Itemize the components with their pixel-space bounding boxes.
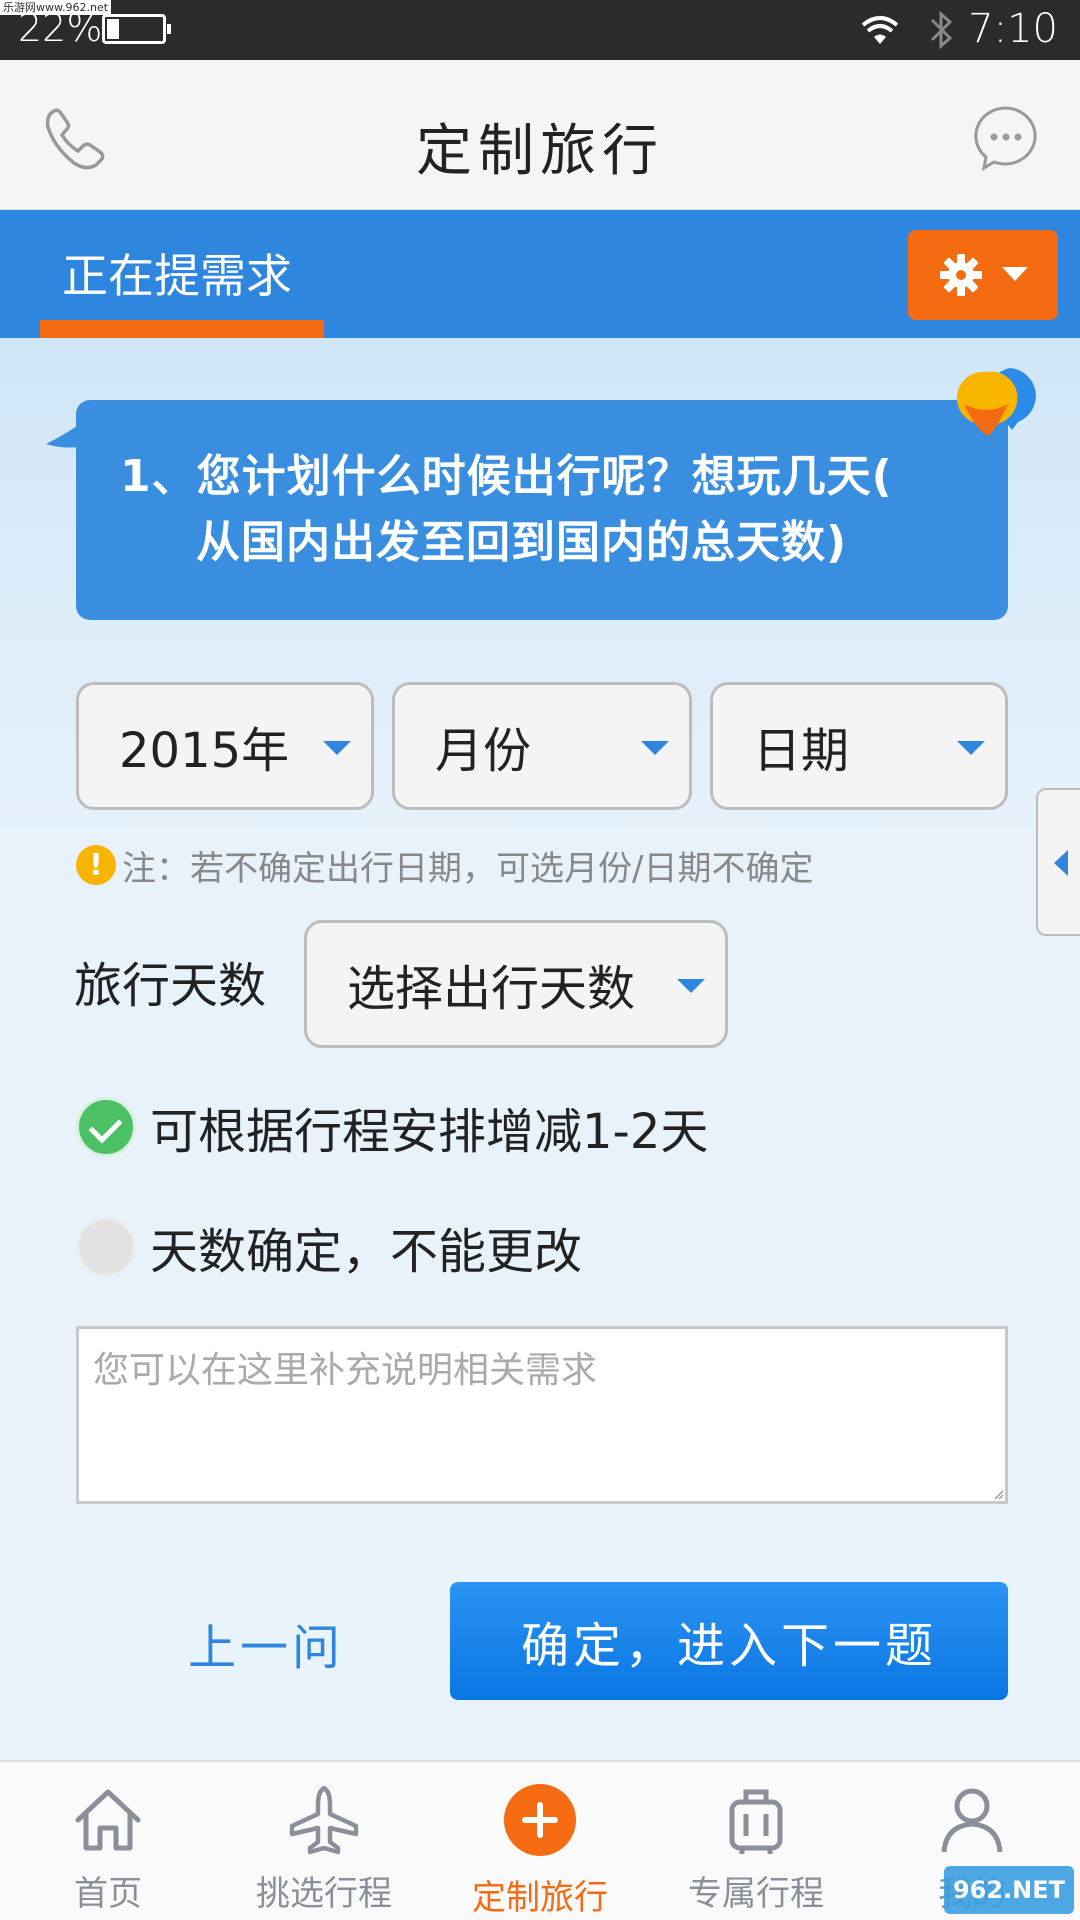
battery-percent: 22%	[18, 6, 103, 50]
user-icon	[941, 1788, 1003, 1853]
question-line-2: 从国内出发至回到国内的总天数)	[196, 517, 848, 568]
nav-select-trip-label: 挑选行程	[256, 1874, 392, 1914]
confirm-next-button[interactable]: 确定，进入下一题	[450, 1582, 1008, 1700]
nav-select-trip[interactable]: 挑选行程	[216, 1762, 432, 1920]
days-select-value: 选择出行天数	[347, 961, 636, 1017]
option-fixed-label: 天数确定，不能更改	[150, 1224, 583, 1280]
gear-icon	[940, 254, 982, 296]
plane-icon	[289, 1785, 359, 1855]
tab-current-request[interactable]: 正在提需求	[62, 240, 292, 306]
year-select-value: 2015年	[119, 723, 290, 779]
caret-down-icon	[677, 979, 705, 993]
date-note-text: 注：若不确定出行日期，可选月份/日期不确定	[122, 848, 814, 889]
page-title: 定制旅行	[416, 119, 664, 184]
settings-menu-button[interactable]	[908, 230, 1058, 320]
tab-bar: 正在提需求	[0, 210, 1080, 338]
caret-down-icon	[957, 741, 985, 755]
nav-custom-travel[interactable]: 定制旅行	[432, 1762, 648, 1920]
caret-down-icon	[641, 741, 669, 755]
battery-icon	[102, 14, 171, 44]
days-label: 旅行天数	[74, 958, 267, 1014]
app-header: 定制旅行	[0, 60, 1080, 210]
month-select-value: 月份	[435, 723, 532, 779]
previous-question-link[interactable]: 上一问	[188, 1608, 344, 1678]
question-line-1: 1、您计划什么时候出行呢？想玩几天(	[120, 451, 893, 502]
suitcase-icon	[729, 1789, 783, 1854]
chevron-down-icon	[1002, 267, 1028, 281]
bottom-nav: 首页 挑选行程 定制旅行 专属行程 我的	[0, 1760, 1080, 1920]
status-bar: 乐游网www.962.net 22% 7:10	[0, 0, 1080, 60]
balloon-icon	[956, 368, 1036, 436]
resize-grip-icon[interactable]	[992, 1488, 1004, 1500]
chevron-left-icon	[1054, 850, 1068, 876]
month-select[interactable]: 月份	[392, 682, 692, 810]
option-flexible-label: 可根据行程安排增减1-2天	[150, 1104, 709, 1160]
home-icon	[75, 1789, 141, 1851]
nav-custom-travel-label: 定制旅行	[472, 1878, 608, 1918]
nav-exclusive-trip[interactable]: 专属行程	[648, 1762, 864, 1920]
radio-checked-icon[interactable]	[76, 1097, 136, 1157]
chat-icon[interactable]	[972, 104, 1040, 172]
nav-exclusive-trip-label: 专属行程	[688, 1874, 824, 1914]
year-select[interactable]: 2015年	[76, 682, 374, 810]
option-fixed-days[interactable]: 天数确定，不能更改	[76, 1212, 582, 1282]
bluetooth-icon	[930, 10, 953, 50]
question-bubble: 1、您计划什么时候出行呢？想玩几天( 从国内出发至回到国内的总天数)	[76, 400, 1008, 620]
tab-active-indicator	[40, 320, 324, 338]
day-select[interactable]: 日期	[710, 682, 1008, 810]
day-select-value: 日期	[753, 723, 850, 779]
additional-requirements-field[interactable]	[76, 1326, 1008, 1504]
option-flexible-days[interactable]: 可根据行程安排增减1-2天	[76, 1092, 708, 1162]
wifi-icon	[861, 16, 899, 44]
nav-home-label: 首页	[74, 1874, 142, 1914]
watermark-logo: 962.NET	[944, 1866, 1074, 1914]
warning-icon: !	[76, 845, 116, 885]
nav-home[interactable]: 首页	[0, 1762, 216, 1920]
radio-unchecked-icon[interactable]	[76, 1217, 136, 1277]
plus-icon	[504, 1784, 576, 1856]
caret-down-icon	[323, 741, 351, 755]
days-select[interactable]: 选择出行天数	[304, 920, 728, 1048]
clock: 7:10	[968, 6, 1058, 52]
side-drawer-handle[interactable]	[1036, 788, 1080, 936]
date-note: ! 注：若不确定出行日期，可选月份/日期不确定	[76, 840, 813, 890]
